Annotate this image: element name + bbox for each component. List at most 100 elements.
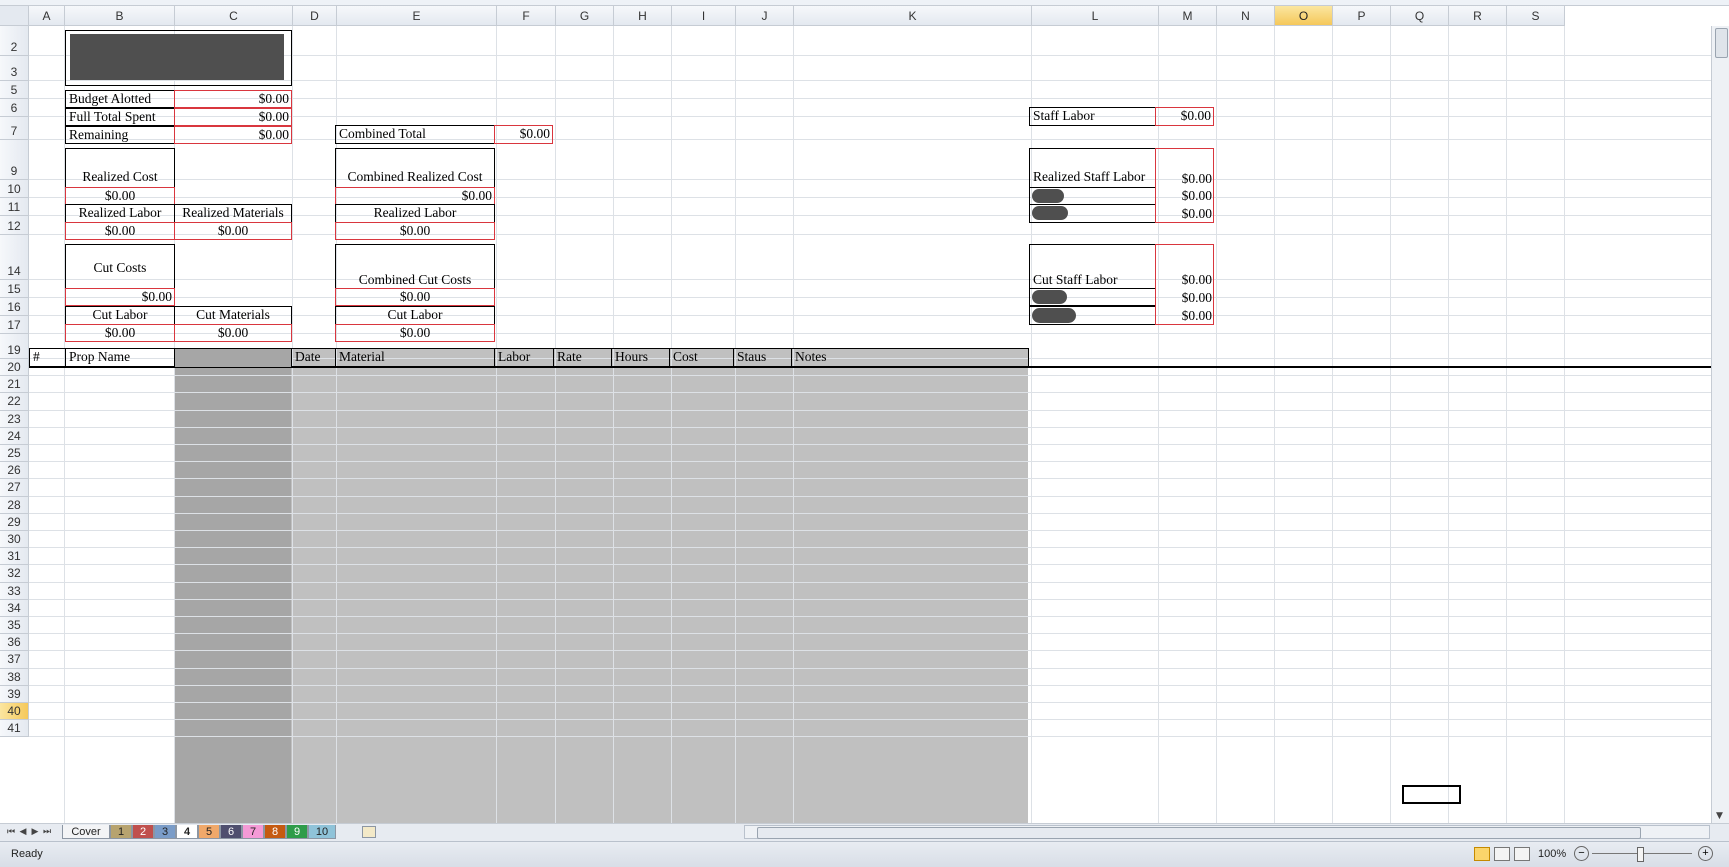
row-header-19[interactable]: 19 <box>0 334 29 359</box>
row-header-22[interactable]: 22 <box>0 393 29 411</box>
realized-materials-value[interactable]: $0.00 <box>174 222 292 240</box>
row-header-5[interactable]: 5 <box>0 81 29 99</box>
sheet-tab-2[interactable]: 2 <box>132 825 154 839</box>
active-cell-o40[interactable] <box>1402 785 1461 804</box>
column-header-b[interactable]: B <box>65 6 175 26</box>
column-header-m[interactable]: M <box>1159 6 1217 26</box>
cut-labor-value[interactable]: $0.00 <box>65 324 175 342</box>
combined-cut-labor-value[interactable]: $0.00 <box>335 324 495 342</box>
sheet-tab-10[interactable]: 10 <box>308 825 336 839</box>
staff-labor-value[interactable]: $0.00 <box>1155 107 1214 126</box>
row-header-27[interactable]: 27 <box>0 479 29 497</box>
cut-costs-value[interactable]: $0.00 <box>65 288 175 306</box>
sheet-tab-9[interactable]: 9 <box>286 825 308 839</box>
row-header-2[interactable]: 2 <box>0 26 29 56</box>
row-header-15[interactable]: 15 <box>0 280 29 298</box>
row-header-28[interactable]: 28 <box>0 496 29 514</box>
vertical-scrollbar[interactable]: ▼ <box>1711 26 1729 823</box>
column-header-o[interactable]: O <box>1275 6 1333 26</box>
column-header-d[interactable]: D <box>293 6 337 26</box>
sheet-tab-4[interactable]: 4 <box>176 825 198 839</box>
horizontal-scrollbar[interactable] <box>744 825 1710 839</box>
zoom-out-icon[interactable]: − <box>1574 846 1589 861</box>
column-header-c[interactable]: C <box>175 6 293 26</box>
sheet-tab-3[interactable]: 3 <box>154 825 176 839</box>
row-header-33[interactable]: 33 <box>0 582 29 600</box>
page-layout-view-icon[interactable] <box>1494 847 1510 861</box>
prev-sheet-arrow[interactable]: ◀ <box>18 826 28 838</box>
cut-staff-value-2[interactable]: $0.00 <box>1155 308 1214 325</box>
h-scroll-thumb[interactable] <box>757 827 1641 839</box>
row-header-7[interactable]: 7 <box>0 117 29 140</box>
column-header-j[interactable]: J <box>736 6 794 26</box>
row-header-17[interactable]: 17 <box>0 316 29 334</box>
column-header-l[interactable]: L <box>1032 6 1159 26</box>
column-header-f[interactable]: F <box>497 6 556 26</box>
row-header-30[interactable]: 30 <box>0 531 29 549</box>
column-header-q[interactable]: Q <box>1391 6 1449 26</box>
row-header-3[interactable]: 3 <box>0 56 29 81</box>
sheet-tab-cover[interactable]: Cover <box>62 825 110 839</box>
row-header-31[interactable]: 31 <box>0 548 29 566</box>
column-header-a[interactable]: A <box>29 6 65 26</box>
zoom-in-icon[interactable]: + <box>1698 846 1713 861</box>
worksheet-grid[interactable]: Budget Alotted $0.00 Full Total Spent $0… <box>29 26 1711 823</box>
first-sheet-arrow[interactable]: ⏮ <box>6 826 16 838</box>
sheet-tab-5[interactable]: 5 <box>198 825 220 839</box>
sheet-tab-8[interactable]: 8 <box>264 825 286 839</box>
realized-cost-value[interactable]: $0.00 <box>65 187 175 205</box>
row-header-26[interactable]: 26 <box>0 462 29 480</box>
next-sheet-arrow[interactable]: ▶ <box>30 826 40 838</box>
realized-staff-value-2[interactable]: $0.00 <box>1155 206 1214 223</box>
row-header-14[interactable]: 14 <box>0 235 29 280</box>
row-header-36[interactable]: 36 <box>0 634 29 652</box>
combined-realized-cost-value[interactable]: $0.00 <box>335 187 495 205</box>
normal-view-icon[interactable] <box>1474 847 1490 861</box>
row-header-29[interactable]: 29 <box>0 513 29 531</box>
realized-labor-value[interactable]: $0.00 <box>65 222 175 240</box>
row-header-21[interactable]: 21 <box>0 376 29 394</box>
row-header-34[interactable]: 34 <box>0 599 29 617</box>
combined-total-value[interactable]: $0.00 <box>494 125 553 144</box>
row-header-16[interactable]: 16 <box>0 298 29 316</box>
cut-staff-total[interactable]: $0.00 <box>1155 272 1214 289</box>
page-break-view-icon[interactable] <box>1514 847 1530 861</box>
column-header-n[interactable]: N <box>1217 6 1275 26</box>
scroll-down-arrow[interactable]: ▼ <box>1716 811 1723 821</box>
sheet-tab-1[interactable]: 1 <box>110 825 132 839</box>
row-header-41[interactable]: 41 <box>0 720 29 738</box>
row-header-6[interactable]: 6 <box>0 99 29 117</box>
row-header-23[interactable]: 23 <box>0 410 29 428</box>
row-header-11[interactable]: 11 <box>0 198 29 216</box>
row-header-9[interactable]: 9 <box>0 140 29 180</box>
row-header-37[interactable]: 37 <box>0 651 29 669</box>
remaining-value[interactable]: $0.00 <box>174 126 292 144</box>
last-sheet-arrow[interactable]: ⏭ <box>42 826 52 838</box>
combined-realized-labor-value[interactable]: $0.00 <box>335 222 495 240</box>
budget-allotted-value[interactable]: $0.00 <box>174 90 292 108</box>
column-header-k[interactable]: K <box>794 6 1032 26</box>
column-header-s[interactable]: S <box>1507 6 1565 26</box>
full-total-spent-value[interactable]: $0.00 <box>174 108 292 126</box>
sheet-tab-7[interactable]: 7 <box>242 825 264 839</box>
column-header-h[interactable]: H <box>614 6 672 26</box>
select-all-corner[interactable] <box>0 6 29 26</box>
row-header-35[interactable]: 35 <box>0 617 29 635</box>
row-header-24[interactable]: 24 <box>0 427 29 445</box>
zoom-slider-thumb[interactable] <box>1637 847 1644 862</box>
realized-staff-total[interactable]: $0.00 <box>1155 171 1214 188</box>
row-header-12[interactable]: 12 <box>0 216 29 235</box>
realized-staff-value-1[interactable]: $0.00 <box>1155 188 1214 205</box>
row-header-20[interactable]: 20 <box>0 359 29 377</box>
cut-materials-value[interactable]: $0.00 <box>174 324 292 342</box>
sheet-tab-6[interactable]: 6 <box>220 825 242 839</box>
combined-cut-costs-value[interactable]: $0.00 <box>335 288 495 306</box>
row-header-39[interactable]: 39 <box>0 685 29 703</box>
column-header-e[interactable]: E <box>337 6 497 26</box>
row-header-38[interactable]: 38 <box>0 668 29 686</box>
cut-staff-value-1[interactable]: $0.00 <box>1155 290 1214 307</box>
row-header-32[interactable]: 32 <box>0 565 29 583</box>
row-header-40[interactable]: 40 <box>0 703 29 721</box>
column-header-r[interactable]: R <box>1449 6 1507 26</box>
zoom-level[interactable]: 100% <box>1538 848 1566 860</box>
